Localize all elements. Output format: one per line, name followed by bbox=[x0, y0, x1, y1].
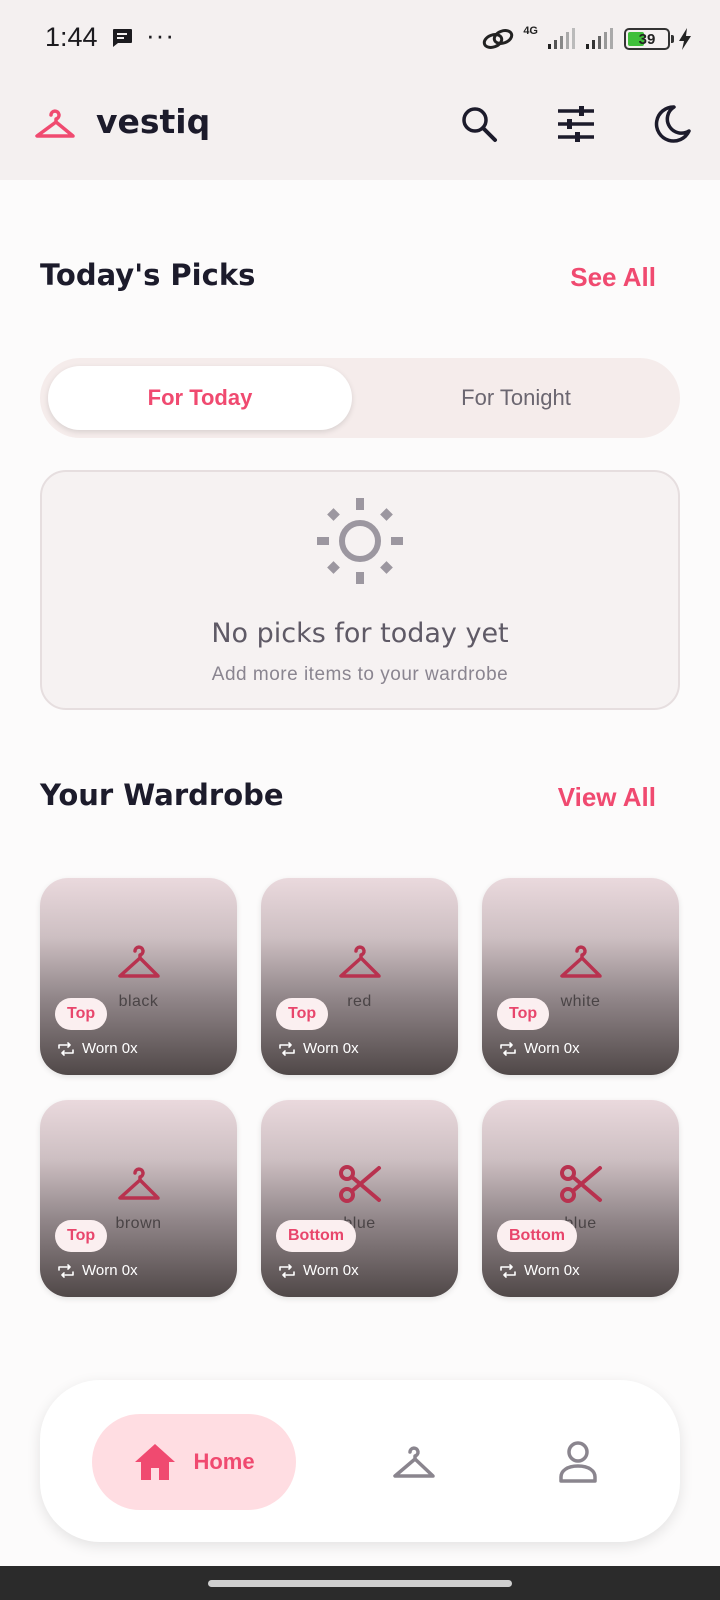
message-notification-icon bbox=[113, 29, 132, 47]
worn-count: Worn 0x bbox=[279, 1040, 359, 1057]
battery-icon: 39 bbox=[624, 28, 674, 50]
hanger-icon bbox=[118, 1167, 160, 1200]
bottom-navigation: Home bbox=[40, 1380, 680, 1542]
category-badge: Top bbox=[497, 998, 550, 1030]
empty-state-title: No picks for today yet bbox=[211, 618, 509, 649]
worn-count-label: Worn 0x bbox=[82, 1040, 138, 1057]
worn-count: Worn 0x bbox=[500, 1040, 580, 1057]
app-bar: vestiq bbox=[0, 80, 720, 180]
system-gesture-bar bbox=[0, 1566, 720, 1600]
scissors-icon bbox=[560, 1165, 602, 1203]
worn-count: Worn 0x bbox=[279, 1262, 359, 1279]
sun-icon bbox=[317, 498, 403, 584]
worn-count: Worn 0x bbox=[58, 1262, 138, 1279]
category-badge: Top bbox=[55, 1220, 108, 1252]
theme-toggle-button[interactable] bbox=[648, 100, 696, 148]
repeat-icon bbox=[279, 1263, 295, 1278]
network-type: 4G bbox=[523, 25, 538, 37]
worn-count: Worn 0x bbox=[500, 1262, 580, 1279]
category-badge: Bottom bbox=[497, 1220, 577, 1252]
hanger-icon bbox=[339, 945, 381, 978]
empty-state-subtitle: Add more items to your wardrobe bbox=[211, 664, 509, 685]
wardrobe-title: Your Wardrobe bbox=[40, 778, 284, 812]
wardrobe-item-card[interactable]: brown Top Worn 0x bbox=[40, 1100, 237, 1297]
nav-profile-button[interactable] bbox=[552, 1436, 604, 1488]
nav-home-button[interactable]: Home bbox=[92, 1414, 296, 1510]
repeat-icon bbox=[58, 1041, 74, 1056]
status-bar: 1:44 ··· 4G 39 bbox=[0, 0, 720, 80]
tune-icon bbox=[558, 106, 594, 142]
category-badge: Top bbox=[276, 998, 329, 1030]
search-icon bbox=[462, 107, 497, 142]
worn-count: Worn 0x bbox=[58, 1040, 138, 1057]
category-badge: Bottom bbox=[276, 1220, 356, 1252]
nav-wardrobe-button[interactable] bbox=[388, 1436, 440, 1488]
picks-time-toggle: For Today For Tonight bbox=[40, 358, 680, 438]
todays-picks-title: Today's Picks bbox=[40, 258, 256, 292]
more-notifications-icon: ··· bbox=[146, 20, 175, 50]
moon-icon bbox=[654, 105, 691, 143]
nav-home-label: Home bbox=[193, 1449, 255, 1474]
signal-icon-2 bbox=[586, 28, 613, 49]
view-all-link[interactable]: View All bbox=[558, 782, 656, 813]
repeat-icon bbox=[58, 1263, 74, 1278]
repeat-icon bbox=[500, 1041, 516, 1056]
see-all-link[interactable]: See All bbox=[570, 262, 656, 293]
wardrobe-item-card[interactable]: white Top Worn 0x bbox=[482, 878, 679, 1075]
battery-level: 39 bbox=[638, 30, 656, 48]
wardrobe-item-card[interactable]: blue Bottom Worn 0x bbox=[261, 1100, 458, 1297]
search-button[interactable] bbox=[455, 100, 503, 148]
tab-for-today[interactable]: For Today bbox=[48, 366, 352, 430]
home-icon bbox=[135, 1444, 176, 1480]
wardrobe-item-card[interactable]: blue Bottom Worn 0x bbox=[482, 1100, 679, 1297]
wardrobe-item-card[interactable]: red Top Worn 0x bbox=[261, 878, 458, 1075]
status-icons: 4G 39 bbox=[481, 24, 692, 54]
worn-count-label: Worn 0x bbox=[524, 1262, 580, 1279]
category-badge: Top bbox=[55, 998, 108, 1030]
scissors-icon bbox=[339, 1165, 381, 1203]
charging-icon bbox=[679, 28, 691, 50]
app-title: vestiq bbox=[96, 102, 211, 141]
hanger-icon bbox=[393, 1446, 435, 1478]
hanger-icon bbox=[118, 945, 160, 978]
hanger-icon bbox=[35, 109, 75, 138]
filter-button[interactable] bbox=[552, 100, 600, 148]
worn-count-label: Worn 0x bbox=[82, 1262, 138, 1279]
hanger-icon bbox=[560, 945, 602, 978]
worn-count-label: Worn 0x bbox=[303, 1262, 359, 1279]
repeat-icon bbox=[500, 1263, 516, 1278]
picks-empty-state: No picks for today yet Add more items to… bbox=[40, 470, 680, 710]
link-icon bbox=[483, 29, 514, 49]
worn-count-label: Worn 0x bbox=[524, 1040, 580, 1057]
status-time: 1:44 bbox=[45, 22, 98, 52]
worn-count-label: Worn 0x bbox=[303, 1040, 359, 1057]
tab-for-tonight[interactable]: For Tonight bbox=[360, 366, 672, 430]
wardrobe-item-card[interactable]: black Top Worn 0x bbox=[40, 878, 237, 1075]
signal-icon bbox=[548, 28, 575, 49]
repeat-icon bbox=[279, 1041, 295, 1056]
home-gesture-handle[interactable] bbox=[208, 1580, 512, 1587]
person-icon bbox=[559, 1441, 597, 1483]
